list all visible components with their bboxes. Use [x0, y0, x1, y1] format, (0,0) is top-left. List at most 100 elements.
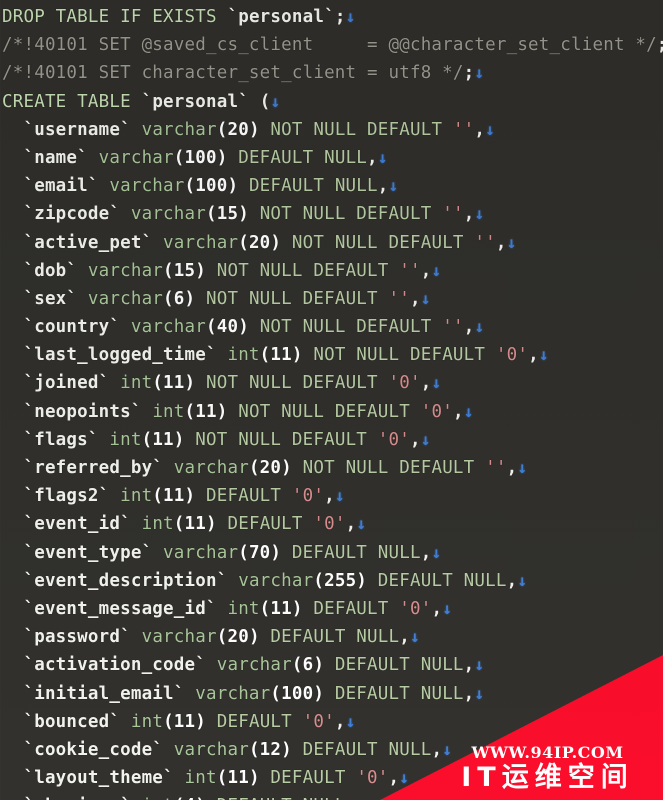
code-line[interactable]: `charisma` int(4) DEFAULT NULL,↓ [0, 792, 663, 800]
code-token-typ: int [109, 373, 153, 394]
code-line[interactable]: /*!40101 SET @saved_cs_client = @@charac… [0, 31, 663, 59]
code-token-typ: varchar [120, 317, 206, 338]
code-token-num: (6) [163, 288, 196, 309]
code-token-str: '' [452, 119, 475, 140]
code-line[interactable]: DROP TABLE IF EXISTS `personal`;↓ [0, 3, 663, 31]
code-token-typ: int [141, 401, 185, 422]
code-token-punc: ( [259, 91, 271, 112]
code-token-str: '' [474, 232, 496, 253]
code-line[interactable]: `password` varchar(20) DEFAULT NULL,↓ [0, 623, 663, 651]
code-token-num: (100) [173, 147, 228, 168]
code-token-typ: varchar [163, 458, 249, 478]
code-token-num: (11) [259, 345, 303, 366]
code-line[interactable]: CREATE TABLE `personal` (↓ [0, 88, 663, 116]
code-token-punc: , [495, 232, 507, 253]
code-line[interactable]: `neopoints` int(11) NOT NULL DEFAULT '0'… [0, 398, 663, 426]
code-token-num: (4) [174, 796, 206, 800]
code-token-id: `sex` [2, 288, 78, 309]
code-token-num: (11) [173, 514, 217, 535]
code-line[interactable]: `activation_code` varchar(6) DEFAULT NUL… [0, 651, 663, 679]
code-token-num: (11) [152, 373, 196, 394]
code-token-num: (100) [184, 176, 239, 197]
code-token-kw2: NOT NULL DEFAULT [195, 288, 389, 309]
code-line[interactable]: `email` varchar(100) DEFAULT NULL,↓ [0, 172, 663, 200]
code-token-num: (20) [248, 458, 292, 478]
code-token-punc: , [345, 514, 357, 535]
code-token-punc: ; [657, 35, 663, 55]
code-token-str: '0' [302, 711, 335, 732]
code-line[interactable]: `event_description` varchar(255) DEFAULT… [0, 567, 663, 595]
code-token-id: `initial_email` [2, 683, 185, 704]
code-line[interactable]: `bounced` int(11) DEFAULT '0',↓ [0, 708, 663, 736]
code-token-id: `country` [2, 317, 121, 338]
code-token-kw2: DEFAULT NULL [227, 147, 368, 168]
code-token-punc: , [410, 429, 421, 450]
code-token-id: `joined` [2, 373, 110, 394]
code-line[interactable]: `cookie_code` varchar(12) DEFAULT NULL,↓ [0, 736, 663, 764]
code-line[interactable]: `country` varchar(40) NOT NULL DEFAULT '… [0, 313, 663, 341]
code-token-punc: , [420, 542, 432, 563]
line-ending-arrow-icon: ↓ [506, 232, 517, 252]
line-ending-arrow-icon: ↓ [517, 570, 528, 590]
code-token-cmt: /*!40101 SET character_set_client = utf8… [2, 63, 464, 84]
code-token-kw2: NOT NULL DEFAULT [291, 458, 486, 478]
code-line[interactable]: `sex` varchar(6) NOT NULL DEFAULT '',↓ [0, 285, 663, 313]
code-line[interactable]: `layout_theme` int(11) DEFAULT '0',↓ [0, 764, 663, 792]
code-token-punc: , [399, 627, 411, 648]
code-token-id: `personal` [141, 91, 249, 112]
code-token-id: `layout_theme` [2, 768, 174, 789]
code-line[interactable]: `flags2` int(11) DEFAULT '0',↓ [0, 482, 663, 510]
code-token-punc: ; [334, 7, 346, 27]
code-token-num: (11) [141, 429, 185, 450]
line-ending-arrow-icon: ↓ [474, 204, 485, 224]
line-ending-arrow-icon: ↓ [517, 458, 528, 477]
code-token-typ: varchar [87, 147, 174, 168]
line-ending-arrow-icon: ↓ [399, 768, 410, 788]
code-line[interactable]: `flags` int(11) NOT NULL DEFAULT '0',↓ [0, 426, 663, 454]
code-token-id: `neopoints` [2, 401, 142, 422]
code-line[interactable]: `event_message_id` int(11) DEFAULT '0',↓ [0, 595, 663, 623]
code-line[interactable]: `zipcode` varchar(15) NOT NULL DEFAULT '… [0, 200, 663, 228]
code-token-typ: int [216, 598, 260, 619]
code-token-typ: int [130, 514, 174, 535]
code-token-kw2: DEFAULT NULL [367, 570, 507, 591]
code-token-id: `personal` [227, 7, 335, 27]
code-token-num: (11) [259, 598, 303, 619]
code-token-typ: varchar [152, 232, 239, 253]
line-ending-arrow-icon: ↓ [474, 683, 485, 703]
code-line[interactable]: /*!40101 SET character_set_client = utf8… [0, 59, 663, 87]
code-line[interactable]: `active_pet` varchar(20) NOT NULL DEFAUL… [0, 229, 663, 257]
code-token-str: '0' [313, 514, 346, 535]
code-token-str: '0' [399, 598, 432, 619]
code-token-id: `active_pet` [2, 232, 153, 253]
code-token-id: `flags` [2, 429, 99, 450]
code-line[interactable]: `event_id` int(11) DEFAULT '0',↓ [0, 510, 663, 538]
code-token-num: (15) [163, 260, 206, 281]
code-token-punc: , [463, 204, 475, 225]
line-ending-arrow-icon: ↓ [485, 119, 496, 139]
code-token-punc: , [506, 458, 518, 478]
code-token-typ: varchar [205, 655, 292, 676]
code-token-typ: int [120, 711, 164, 732]
code-token-id: `username` [2, 119, 131, 140]
sql-code-area[interactable]: DROP TABLE IF EXISTS `personal`;↓/*!4010… [0, 0, 663, 800]
code-line[interactable]: `name` varchar(100) DEFAULT NULL,↓ [0, 144, 663, 172]
line-ending-arrow-icon: ↓ [270, 91, 281, 111]
code-line[interactable]: `dob` varchar(15) NOT NULL DEFAULT '',↓ [0, 257, 663, 285]
code-token-str: '0' [388, 373, 421, 394]
code-line[interactable]: `joined` int(11) NOT NULL DEFAULT '0',↓ [0, 369, 663, 397]
line-ending-arrow-icon: ↓ [474, 317, 485, 337]
code-token-kw2: DEFAULT [195, 486, 292, 507]
code-line[interactable]: `last_logged_time` int(11) NOT NULL DEFA… [0, 341, 663, 369]
code-token-punc: , [431, 598, 443, 619]
code-token-typ: varchar [152, 542, 239, 563]
code-line[interactable]: `initial_email` varchar(100) DEFAULT NUL… [0, 680, 663, 708]
line-ending-arrow-icon: ↓ [356, 514, 367, 534]
code-line[interactable]: `username` varchar(20) NOT NULL DEFAULT … [0, 116, 663, 144]
code-token-kw: CREATE TABLE [2, 91, 142, 112]
line-ending-arrow-icon: ↓ [442, 739, 453, 759]
code-token-id: `flags2` [2, 486, 110, 507]
code-token-punc: , [346, 796, 357, 800]
code-line[interactable]: `event_type` varchar(70) DEFAULT NULL,↓ [0, 539, 663, 567]
code-line[interactable]: `referred_by` varchar(20) NOT NULL DEFAU… [0, 454, 663, 482]
